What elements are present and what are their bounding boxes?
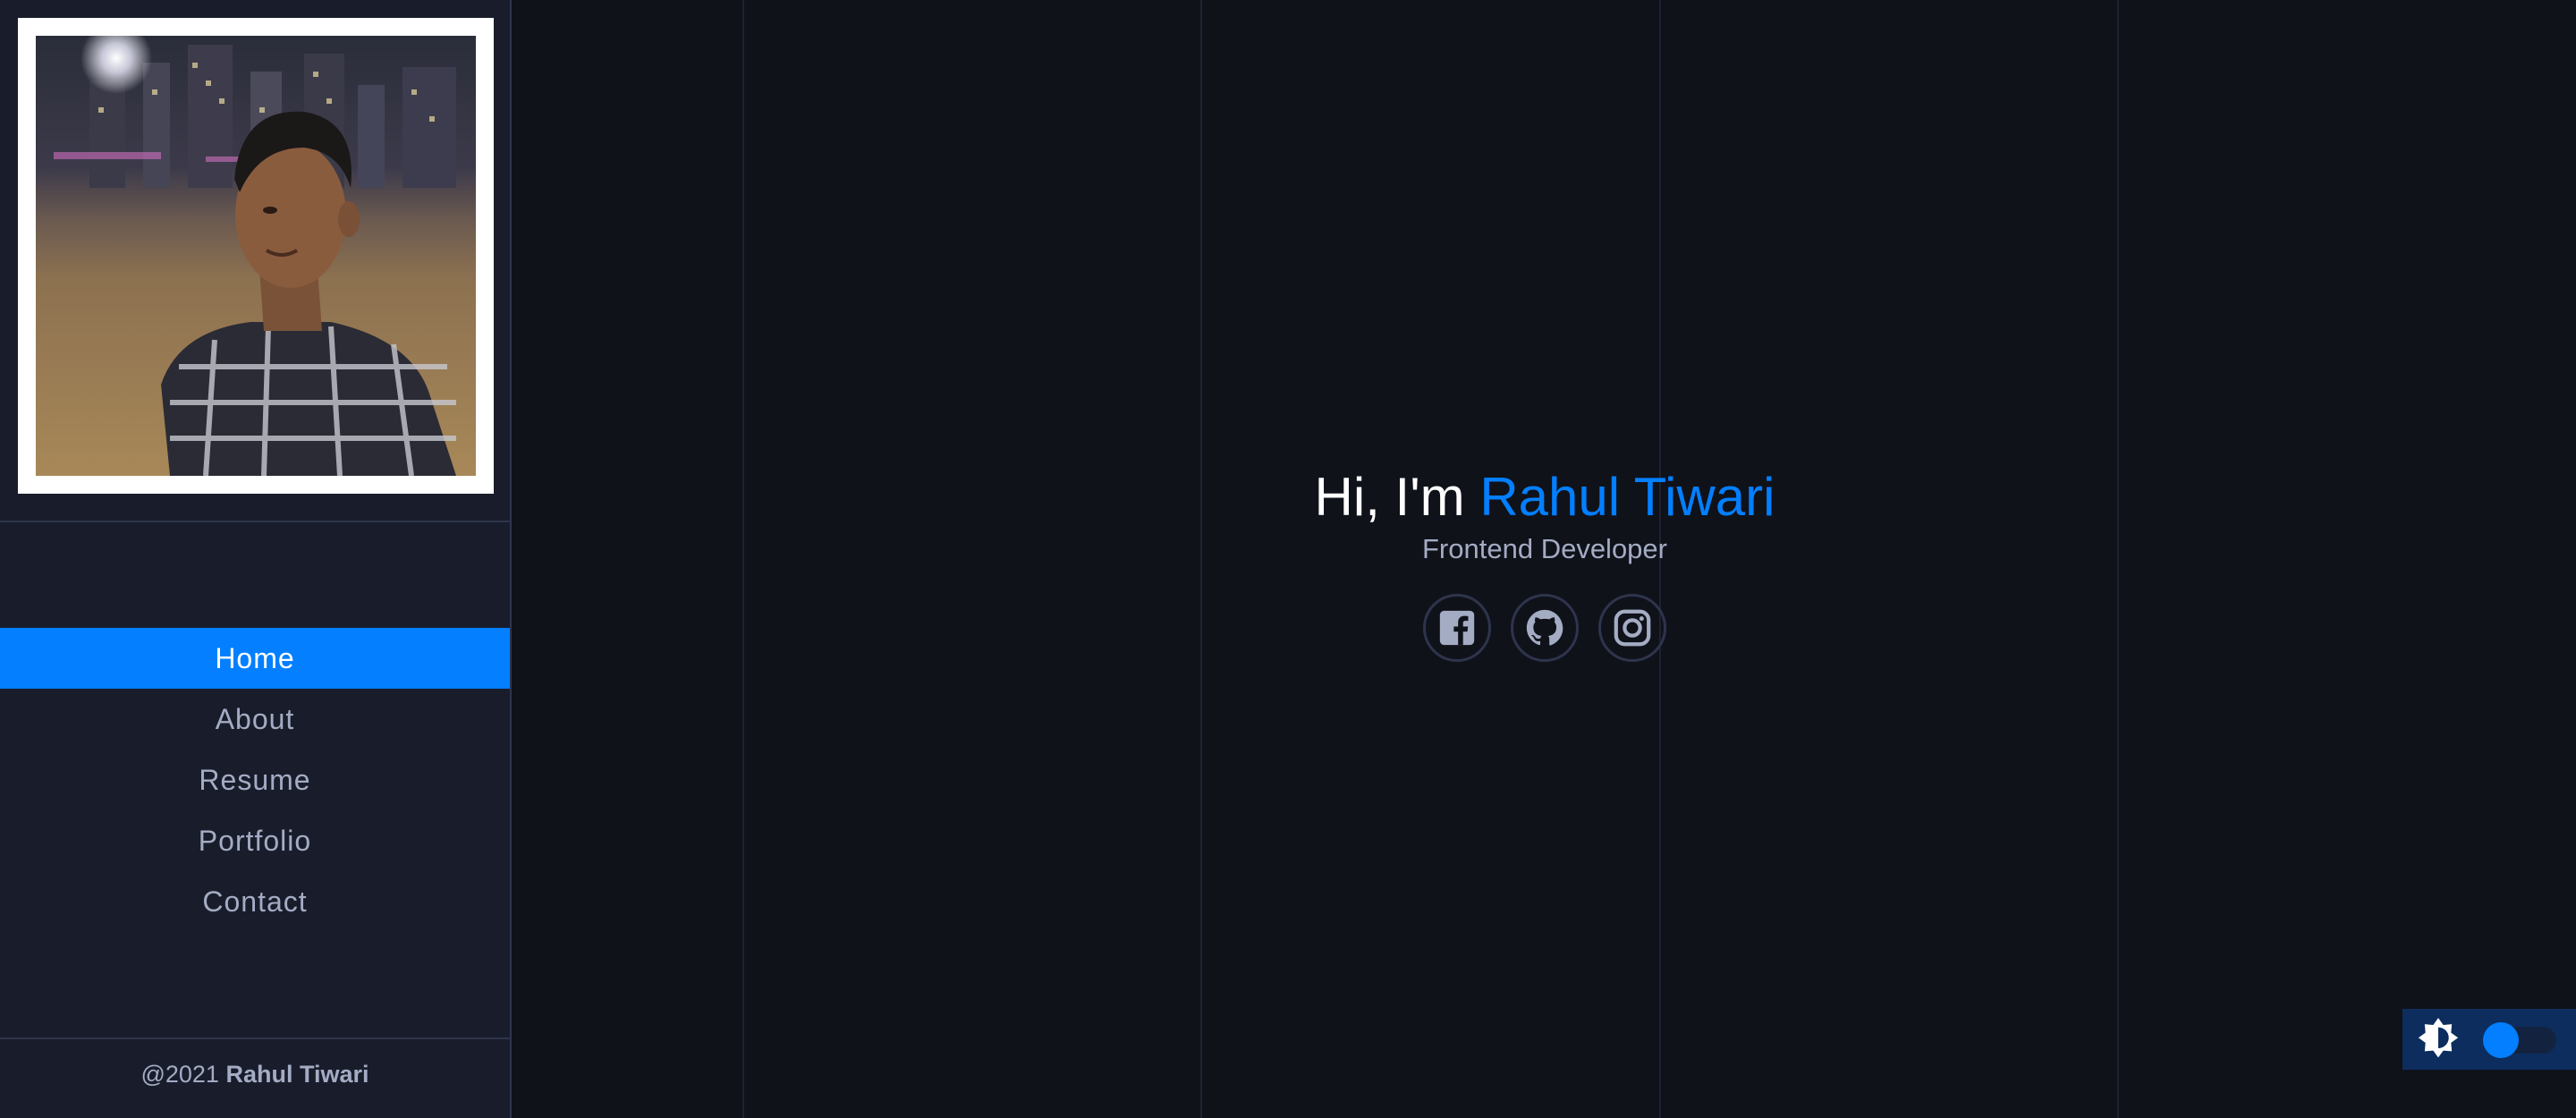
github-icon [1526, 609, 1563, 646]
sidebar-divider-top [0, 521, 510, 522]
facebook-icon [1439, 610, 1475, 646]
nav-item-resume[interactable]: Resume [0, 750, 510, 810]
hero: Hi, I'm Rahul Tiwari Frontend Developer [513, 465, 2576, 662]
hero-name: Rahul Tiwari [1479, 467, 1775, 527]
nav-item-home[interactable]: Home [0, 628, 510, 689]
nav-item-contact[interactable]: Contact [0, 871, 510, 932]
avatar-frame [18, 18, 494, 494]
nav-item-about[interactable]: About [0, 689, 510, 750]
sidebar-footer: @2021 Rahul Tiwari [0, 1061, 510, 1088]
main-content: Hi, I'm Rahul Tiwari Frontend Developer [513, 0, 2576, 1118]
social-links [513, 594, 2576, 662]
sidebar: Home About Resume Portfolio Contact @202… [0, 0, 512, 1118]
theme-toggle[interactable] [2402, 1009, 2576, 1070]
facebook-link[interactable] [1423, 594, 1491, 662]
sidebar-divider-bottom [0, 1038, 510, 1039]
instagram-link[interactable] [1598, 594, 1666, 662]
sidebar-nav: Home About Resume Portfolio Contact [0, 628, 510, 932]
hero-subtitle: Frontend Developer [1422, 533, 1667, 564]
avatar [36, 36, 476, 476]
instagram-icon [1614, 609, 1651, 647]
hero-greeting: Hi, I'm [1314, 467, 1465, 527]
nav-item-portfolio[interactable]: Portfolio [0, 810, 510, 871]
footer-name: Rahul Tiwari [225, 1061, 369, 1088]
hero-title: Hi, I'm Rahul Tiwari [513, 465, 2576, 529]
footer-copyright: @2021 [140, 1061, 219, 1088]
theme-switch-knob[interactable] [2483, 1022, 2519, 1058]
brightness-icon [2418, 1018, 2459, 1058]
github-link[interactable] [1511, 594, 1579, 662]
page: Home About Resume Portfolio Contact @202… [0, 0, 2576, 1118]
